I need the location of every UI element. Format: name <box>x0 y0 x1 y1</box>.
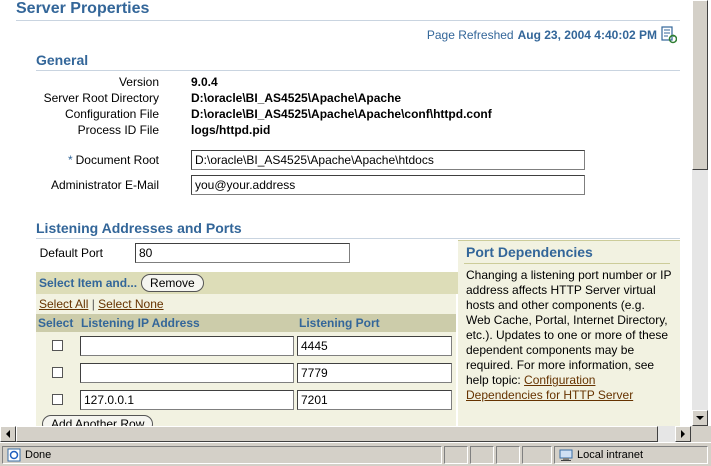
document-root-label-text: Document Root <box>75 153 159 167</box>
port-dependencies-panel: Port Dependencies Changing a listening p… <box>458 240 680 426</box>
listening-header: Listening Addresses and Ports <box>36 220 242 236</box>
table-row <box>36 387 456 413</box>
row-select-checkbox[interactable] <box>52 367 63 378</box>
process-id-value: logs/httpd.pid <box>191 123 271 137</box>
refreshed-label: Page Refreshed <box>426 28 514 42</box>
select-links-separator: | <box>91 297 95 311</box>
row-select-checkbox[interactable] <box>52 394 63 405</box>
general-divider <box>36 70 680 71</box>
add-another-row-button[interactable]: Add Another Row <box>42 415 154 426</box>
refresh-icon[interactable] <box>661 26 677 44</box>
server-root-label: Server Root Directory <box>43 91 159 105</box>
config-file-label: Configuration File <box>64 107 159 121</box>
arrow-left-icon <box>5 430 10 438</box>
server-root-value: D:\oracle\BI_AS4525\Apache\Apache <box>191 91 402 105</box>
horizontal-scroll-thumb[interactable] <box>16 426 658 442</box>
remove-button[interactable]: Remove <box>141 274 204 292</box>
page-refreshed: Page Refreshed Aug 23, 2004 4:40:02 PM <box>427 26 677 44</box>
arrow-right-icon <box>680 430 685 438</box>
status-text: Done <box>25 449 52 461</box>
intranet-zone-icon <box>559 449 573 461</box>
listening-table: Select Item and... Remove Select All | S… <box>36 272 459 426</box>
ip-address-input[interactable] <box>80 336 294 356</box>
port-input[interactable] <box>297 336 452 356</box>
default-port-label: Default Port <box>39 246 103 260</box>
default-port-input[interactable] <box>135 243 350 263</box>
refreshed-time: Aug 23, 2004 4:40:02 PM <box>517 28 657 42</box>
status-text-cell: Done <box>2 446 442 464</box>
page-done-icon <box>7 448 21 462</box>
vertical-scrollbar[interactable] <box>691 0 708 426</box>
scroll-left-button[interactable] <box>0 426 16 442</box>
select-item-label: Select Item and... <box>39 276 138 290</box>
admin-email-input[interactable] <box>191 175 585 195</box>
scroll-down-button[interactable] <box>692 410 708 426</box>
horizontal-scrollbar[interactable] <box>0 426 691 442</box>
status-cell-blank <box>522 446 552 464</box>
document-root-label: * Document Root <box>68 153 159 167</box>
column-header-ip: Listening IP Address <box>79 314 297 332</box>
required-indicator: * <box>67 153 73 167</box>
general-header: General <box>36 52 89 68</box>
table-row <box>36 360 456 386</box>
select-links: Select All | Select None <box>39 297 164 311</box>
status-cell-blank <box>470 446 494 464</box>
column-header-port: Listening Port <box>297 314 456 332</box>
status-cell-blank <box>496 446 520 464</box>
ip-address-input[interactable] <box>80 390 294 410</box>
config-file-value: D:\oracle\BI_AS4525\Apache\Apache\conf\h… <box>191 107 492 121</box>
scrollbar-corner <box>691 426 711 442</box>
vertical-scroll-thumb[interactable] <box>692 0 708 170</box>
zone-cell: Local intranet <box>554 446 708 464</box>
title-divider <box>16 20 680 21</box>
port-dependencies-header: Port Dependencies <box>466 244 593 260</box>
status-bar: Done Local intranet <box>0 442 711 466</box>
status-cell-blank <box>444 446 468 464</box>
table-row <box>36 333 456 359</box>
process-id-label: Process ID File <box>77 123 159 137</box>
select-none-link[interactable]: Select None <box>98 297 163 311</box>
version-value: 9.0.4 <box>191 75 218 89</box>
zone-text: Local intranet <box>577 449 644 461</box>
admin-email-label: Administrator E-Mail <box>50 178 159 192</box>
row-select-checkbox[interactable] <box>52 340 63 351</box>
listening-divider <box>36 238 680 239</box>
scroll-right-button[interactable] <box>675 426 691 442</box>
arrow-down-icon <box>696 415 704 420</box>
column-header-select: Select <box>36 314 79 332</box>
document-root-input[interactable] <box>191 150 585 170</box>
port-input[interactable] <box>297 390 452 410</box>
page-title: Server Properties <box>16 0 150 17</box>
page-content: Server Properties Page Refreshed Aug 23,… <box>0 0 691 426</box>
port-dependencies-divider <box>464 263 670 264</box>
version-label: Version <box>118 75 159 89</box>
select-action-bar: Select Item and... Remove <box>36 272 459 294</box>
port-dependencies-body: Changing a listening port number or IP a… <box>466 268 672 387</box>
port-dependencies-text: Changing a listening port number or IP a… <box>466 268 672 403</box>
ip-address-input[interactable] <box>80 363 294 383</box>
port-input[interactable] <box>297 363 452 383</box>
select-all-link[interactable]: Select All <box>39 297 88 311</box>
